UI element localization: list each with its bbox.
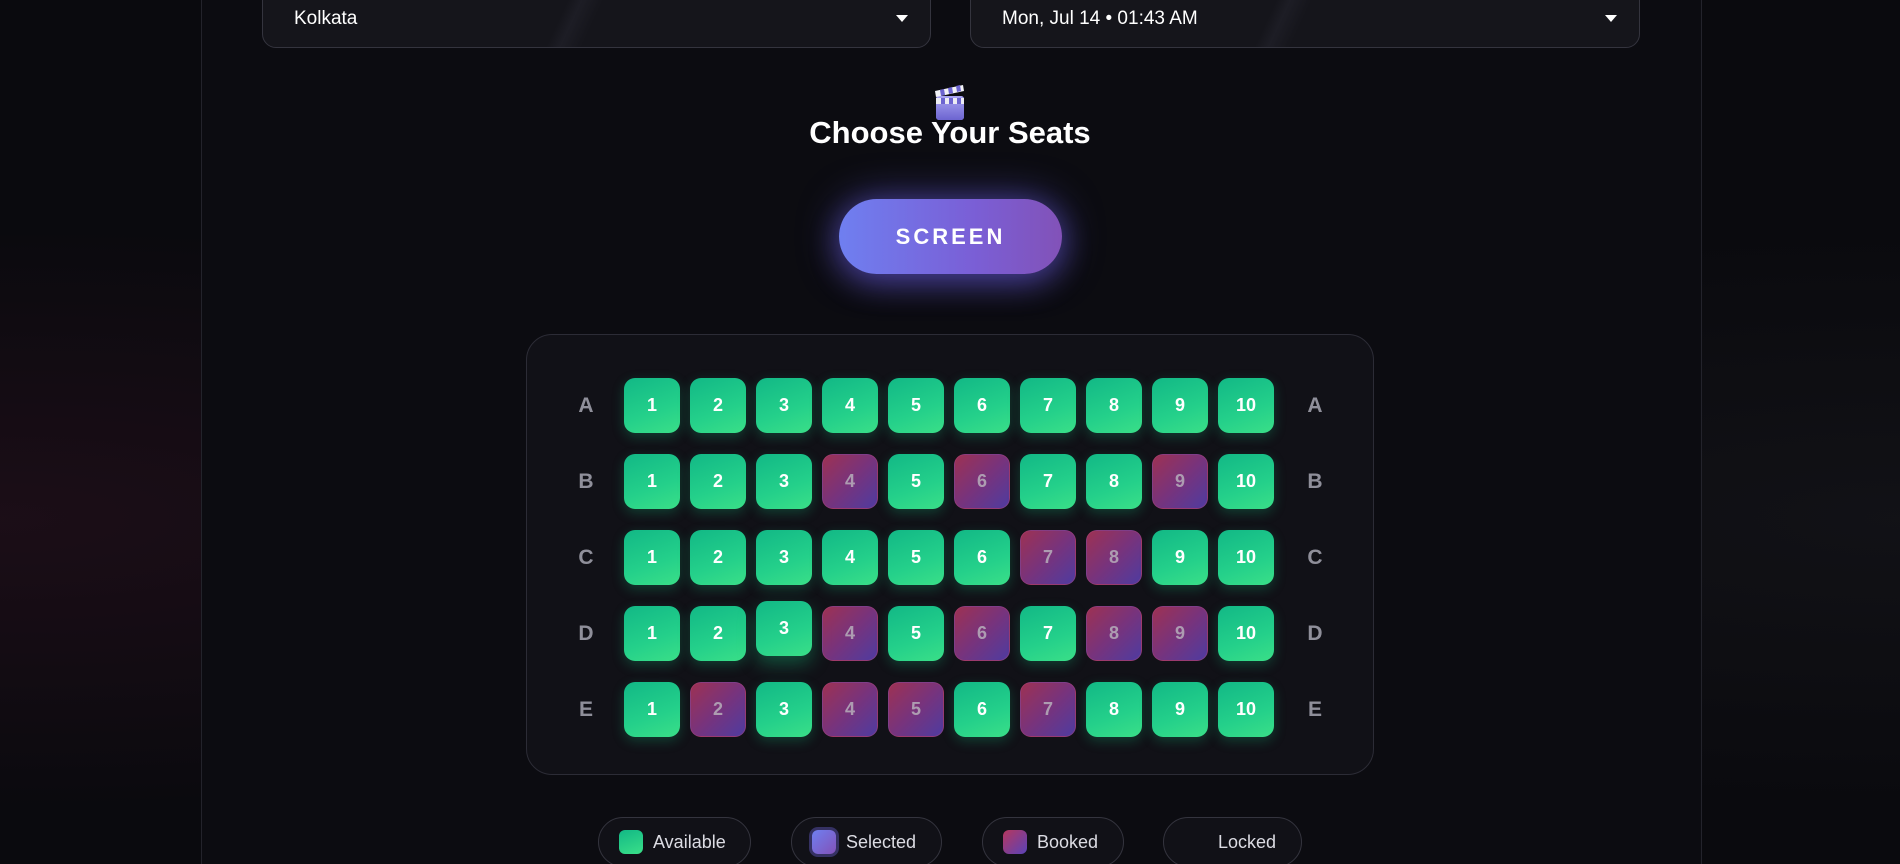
seat-available[interactable]: 10: [1218, 682, 1274, 737]
row-label: D: [578, 622, 594, 645]
seat-available[interactable]: 4: [822, 530, 878, 585]
seat-available[interactable]: 10: [1218, 454, 1274, 509]
legend-item-selected: Selected: [791, 817, 942, 864]
seat-available[interactable]: 6: [954, 682, 1010, 737]
seat-available[interactable]: 6: [954, 530, 1010, 585]
legend-swatch: [812, 830, 836, 854]
seat-available[interactable]: 9: [1152, 378, 1208, 433]
seat-available[interactable]: 10: [1218, 606, 1274, 661]
seat-available[interactable]: 10: [1218, 530, 1274, 585]
seat-available[interactable]: 7: [1020, 378, 1076, 433]
seat-available[interactable]: 10: [1218, 378, 1274, 433]
page-title: Choose Your Seats: [809, 115, 1091, 150]
legend-swatch: [1184, 830, 1208, 854]
seat-booked: 2: [690, 682, 746, 737]
seat-available[interactable]: 2: [690, 530, 746, 585]
seat-available[interactable]: 9: [1152, 682, 1208, 737]
seat-booked: 8: [1086, 530, 1142, 585]
seat-available[interactable]: 8: [1086, 378, 1142, 433]
legend-swatch: [619, 830, 643, 854]
showtime-select[interactable]: Mon, Jul 14 • 01:43 AM: [970, 0, 1640, 48]
legend-swatch: [1003, 830, 1027, 854]
seat-available[interactable]: 2: [690, 454, 746, 509]
seat-booked: 8: [1086, 606, 1142, 661]
seat-available[interactable]: 5: [888, 606, 944, 661]
seat-available[interactable]: 7: [1020, 606, 1076, 661]
legend-label: Available: [653, 831, 726, 852]
seat-available[interactable]: 5: [888, 530, 944, 585]
seat-available[interactable]: 5: [888, 454, 944, 509]
seat-booked: 4: [822, 454, 878, 509]
seat-available[interactable]: 5: [888, 378, 944, 433]
seat-available[interactable]: 8: [1086, 454, 1142, 509]
seat-row: B 1 2 3 4 5 6 7 8 9 10 B: [527, 453, 1375, 511]
legend-item-available: Available: [598, 817, 751, 864]
row-label: A: [578, 394, 594, 417]
seat-available[interactable]: 3: [756, 530, 812, 585]
seat-row: D 1 2 3 4 5 6 7 8 9 10 D: [527, 601, 1375, 663]
seat-booked: 5: [888, 682, 944, 737]
chevron-down-icon: [896, 15, 908, 22]
screen-indicator: SCREEN: [839, 199, 1062, 274]
seat-available[interactable]: 4: [822, 378, 878, 433]
seat-booked: 7: [1020, 682, 1076, 737]
row-label: C: [578, 546, 594, 569]
seat-row: E 1 2 3 4 5 6 7 8 9 10 E: [527, 681, 1375, 739]
seat-booked: 7: [1020, 530, 1076, 585]
legend-label: Booked: [1037, 831, 1099, 852]
seat-available[interactable]: 1: [624, 682, 680, 737]
seat-booked: 9: [1152, 606, 1208, 661]
seat-available[interactable]: 2: [690, 378, 746, 433]
seat-row: A 1 2 3 4 5 6 7 8 9 10 A: [527, 377, 1375, 435]
city-select[interactable]: Kolkata: [262, 0, 931, 48]
seat-booked: 6: [954, 606, 1010, 661]
chevron-down-icon: [1605, 15, 1617, 22]
legend-label: Selected: [846, 831, 917, 852]
seat-row: C 1 2 3 4 5 6 7 8 9 10 C: [527, 529, 1375, 587]
seat-available[interactable]: 1: [624, 530, 680, 585]
seat-available[interactable]: 3: [756, 682, 812, 737]
row-label: E: [578, 698, 593, 721]
row-label: B: [1307, 470, 1323, 493]
legend-item-locked: Locked: [1163, 817, 1302, 864]
seat-available[interactable]: 3: [756, 378, 812, 433]
row-label: B: [578, 470, 594, 493]
legend-label: Locked: [1218, 831, 1277, 852]
seat-available[interactable]: 6: [954, 378, 1010, 433]
seat-available[interactable]: 7: [1020, 454, 1076, 509]
seat-available[interactable]: 3: [756, 601, 812, 656]
seat-booked: 4: [822, 682, 878, 737]
seat-available[interactable]: 2: [690, 606, 746, 661]
seat-booked: 6: [954, 454, 1010, 509]
seat-booked: 9: [1152, 454, 1208, 509]
row-label: C: [1307, 546, 1323, 569]
legend-item-booked: Booked: [982, 817, 1124, 864]
seat-available[interactable]: 9: [1152, 530, 1208, 585]
seat-available[interactable]: 8: [1086, 682, 1142, 737]
seat-available[interactable]: 1: [624, 378, 680, 433]
seat-booked: 4: [822, 606, 878, 661]
row-label: D: [1307, 622, 1323, 645]
row-label: E: [1307, 698, 1322, 721]
seat-map: A 1 2 3 4 5 6 7 8 9 10 A B 1 2 3 4 5 6 7 8 9 10 B C 1 2 3 4 5 6 7 8 9 10 C D…: [526, 334, 1374, 775]
seat-available[interactable]: 1: [624, 454, 680, 509]
seat-available[interactable]: 3: [756, 454, 812, 509]
city-select-value: Kolkata: [294, 8, 358, 29]
row-label: A: [1307, 394, 1323, 417]
showtime-select-value: Mon, Jul 14 • 01:43 AM: [1002, 8, 1198, 29]
seat-available[interactable]: 1: [624, 606, 680, 661]
